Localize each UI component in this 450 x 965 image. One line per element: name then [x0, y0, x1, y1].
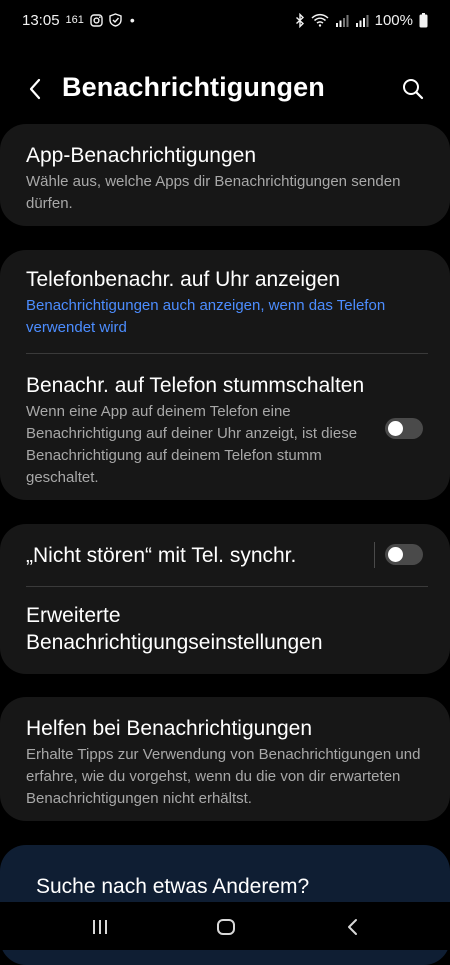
status-bar: 13:05 161 • 100%: [0, 0, 450, 40]
mute-on-phone-subtitle: Wenn eine App auf deinem Telefon eine Be…: [26, 403, 358, 486]
page-title: Benachrichtigungen: [62, 72, 325, 102]
search-icon: [403, 79, 424, 100]
back-button[interactable]: [20, 74, 50, 104]
phone-on-watch-subtitle: Benachrichtigungen auch anzeigen, wenn d…: [26, 297, 386, 336]
advanced-settings-item[interactable]: Erweiterte Benachrichtigungseinstellunge…: [0, 602, 450, 656]
search-suggestion-text: Suche nach etwas Anderem?: [36, 875, 310, 898]
search-button[interactable]: [398, 74, 428, 104]
vertical-separator: [374, 542, 375, 568]
dnd-sync-title: „Nicht stören“ mit Tel. synchr.: [26, 544, 297, 567]
mute-on-phone-title: Benachr. auf Telefon stummschalten: [26, 374, 365, 397]
app-notifications-card: App-Benachrichtigungen Wähle aus, welche…: [0, 124, 450, 226]
advanced-settings-title: Erweiterte Benachrichtigungseinstellunge…: [26, 604, 323, 654]
notification-dot-icon: •: [129, 12, 135, 28]
phone-on-watch-title: Telefonbenachr. auf Uhr anzeigen: [26, 268, 341, 291]
status-bar-right: 100%: [295, 12, 428, 29]
recent-apps-button[interactable]: [85, 912, 115, 942]
battery-percent: 100%: [374, 11, 413, 29]
dnd-card: „Nicht stören“ mit Tel. synchr. Erweiter…: [0, 524, 450, 674]
chevron-left-icon: [29, 78, 41, 100]
bluetooth-icon: [295, 12, 305, 28]
status-time: 13:05: [22, 11, 60, 29]
wifi-icon: [311, 13, 329, 27]
divider: [26, 586, 428, 587]
mute-on-phone-toggle[interactable]: [385, 418, 423, 439]
toggle-knob: [388, 547, 403, 562]
home-button[interactable]: [211, 912, 241, 942]
battery-icon: [419, 12, 428, 28]
back-nav-button[interactable]: [338, 912, 368, 942]
recent-apps-icon: [93, 920, 107, 934]
help-item[interactable]: Helfen bei Benachrichtigungen Erhalte Ti…: [0, 715, 450, 810]
divider: [26, 353, 428, 354]
back-nav-icon: [348, 919, 357, 935]
dnd-sync-toggle[interactable]: [385, 544, 423, 565]
status-extra-count: 161: [65, 14, 84, 26]
app-bar: Benachrichtigungen: [0, 60, 450, 120]
signal-icon-1: [335, 14, 349, 27]
signal-icon-2: [355, 14, 369, 27]
help-title: Helfen bei Benachrichtigungen: [26, 717, 313, 740]
status-bar-left: 13:05 161 •: [22, 12, 135, 29]
instagram-icon: [90, 13, 103, 27]
help-subtitle: Erhalte Tipps zur Verwendung von Benachr…: [26, 746, 421, 807]
mute-on-phone-item[interactable]: Benachr. auf Telefon stummschalten Wenn …: [0, 372, 450, 489]
help-card: Helfen bei Benachrichtigungen Erhalte Ti…: [0, 697, 450, 821]
phone-on-watch-item[interactable]: Telefonbenachr. auf Uhr anzeigen Benachr…: [0, 266, 450, 339]
shield-icon: [109, 13, 122, 27]
app-notifications-title: App-Benachrichtigungen: [26, 144, 256, 167]
navigation-bar: [0, 902, 450, 950]
app-notifications-item[interactable]: App-Benachrichtigungen Wähle aus, welche…: [0, 142, 450, 215]
app-notifications-subtitle: Wähle aus, welche Apps dir Benachrichtig…: [26, 173, 401, 212]
toggle-knob: [388, 421, 403, 436]
home-icon: [217, 919, 235, 935]
dnd-sync-item[interactable]: „Nicht stören“ mit Tel. synchr.: [0, 542, 450, 569]
watch-notifications-card: Telefonbenachr. auf Uhr anzeigen Benachr…: [0, 250, 450, 500]
